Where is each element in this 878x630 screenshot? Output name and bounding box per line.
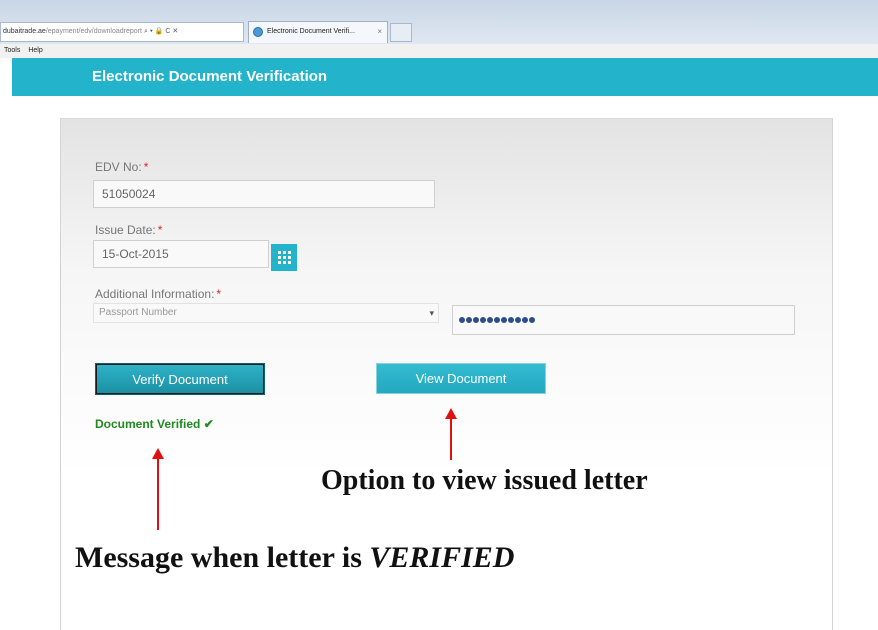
menu-bar: Tools Help [0,44,878,58]
tab-title: Electronic Document Verifi... [267,28,355,35]
verified-message-note: Message when letter is VERIFIED [75,541,515,574]
address-controls[interactable]: ⌕ ▾ 🔒 C ✕ [144,28,178,35]
view-option-note: Option to view issued letter [321,465,648,496]
calendar-icon [277,251,291,264]
passport-number-input[interactable] [452,305,795,335]
address-domain: dubaitrade.ae [3,28,46,35]
issue-date-input[interactable]: 15-Oct-2015 [93,240,269,268]
id-type-select[interactable]: Passport Number ▾ [93,303,439,323]
id-type-value: Passport Number [99,307,177,318]
edv-label: EDV No: * [95,160,149,174]
required-mark: * [157,223,163,237]
chevron-down-icon: ▾ [429,308,434,318]
additional-info-label: Additional Information: * [95,287,222,301]
menu-item-help[interactable]: Help [28,47,42,54]
document-verified-message: Document Verified ✔ [95,417,214,431]
browser-chrome: dubaitrade.ae/epayment/edv/downloadrepor… [0,0,878,44]
required-mark: * [143,160,149,174]
arrow-to-verified-message [152,448,164,530]
menu-item-tools[interactable]: Tools [4,47,20,54]
page-title: Electronic Document Verification [92,68,328,85]
tab-close-icon[interactable]: × [377,22,382,42]
new-tab-button[interactable] [390,23,412,42]
required-mark: * [216,287,222,301]
page-header: Electronic Document Verification [12,58,878,96]
calendar-button[interactable] [271,244,297,271]
arrow-to-view-button [445,408,457,460]
verified-emphasis: VERIFIED [369,541,515,574]
address-bar[interactable]: dubaitrade.ae/epayment/edv/downloadrepor… [0,22,244,42]
browser-tab[interactable]: Electronic Document Verifi... × [248,21,388,43]
view-document-button[interactable]: View Document [376,363,546,394]
screenshot-root: { "browser": { "address_domain": "dubait… [0,0,878,630]
address-path: /epayment/edv/downloadreport [45,28,142,35]
issue-date-label: Issue Date: * [95,223,163,237]
browser-tab-icon [253,27,263,37]
edv-number-input[interactable]: 51050024 [93,180,435,208]
verify-document-button[interactable]: Verify Document [95,363,265,395]
